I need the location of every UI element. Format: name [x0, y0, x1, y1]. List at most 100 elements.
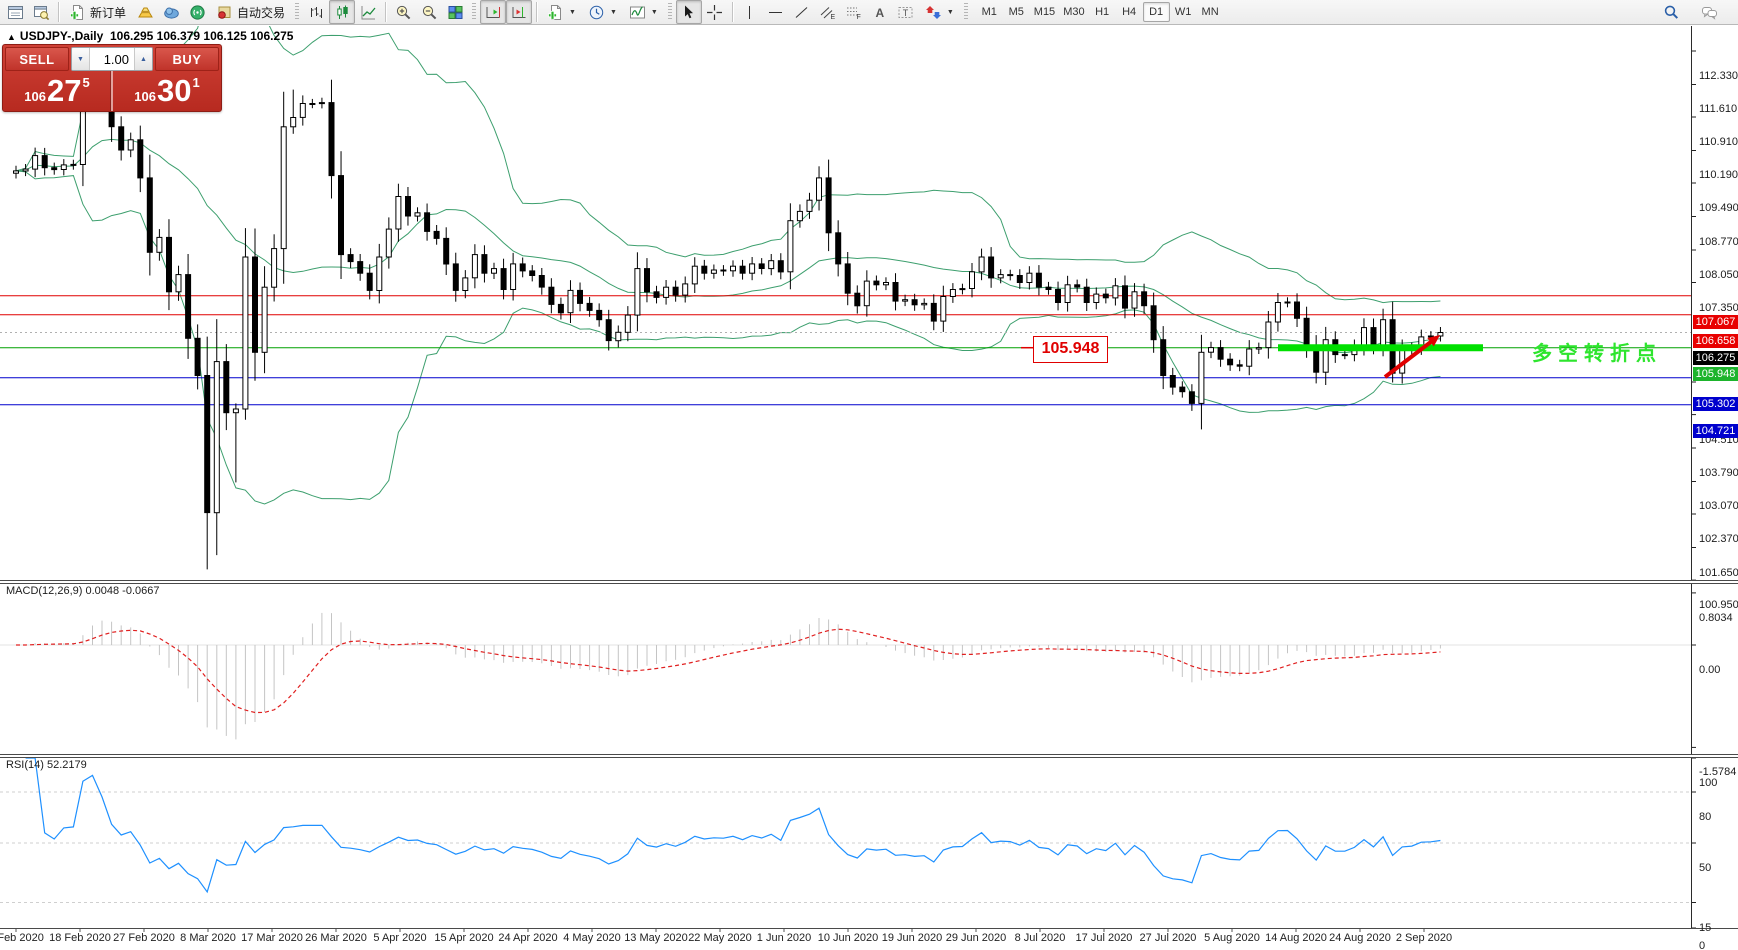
macd-pane-separator[interactable]	[0, 580, 1738, 584]
rsi-indicator-label: RSI(14) 52.2179	[6, 759, 87, 771]
channel-icon: E	[819, 4, 836, 21]
signals-button[interactable]	[184, 0, 210, 24]
indicators-button[interactable]: ▼	[623, 0, 664, 24]
mql5-community-button[interactable]	[158, 0, 184, 24]
timeframe-button-D1[interactable]: D1	[1143, 2, 1170, 22]
tile-windows-icon	[447, 4, 464, 21]
date-label: 24 Aug 2020	[1323, 932, 1397, 944]
dropdown-caret-icon: ▼	[947, 9, 954, 16]
symbol-search-button[interactable]	[1658, 0, 1684, 24]
chat-button[interactable]	[1696, 0, 1722, 24]
toolbar-grip	[668, 3, 672, 21]
price-tag-104.721: 104.721	[1693, 424, 1738, 438]
cursor-button[interactable]	[676, 0, 702, 24]
one-click-trading-panel: SELL ▼ 1.00 ▲ BUY 106 27 5 106 30	[2, 44, 222, 112]
signal-icon	[189, 4, 206, 21]
dropdown-caret-icon: ▼	[651, 9, 658, 16]
timeframe-button-M15[interactable]: M15	[1030, 2, 1059, 22]
timeframe-button-M1[interactable]: M1	[976, 2, 1003, 22]
date-label: 26 Mar 2020	[299, 932, 373, 944]
sell-price[interactable]: 106 27 5	[3, 71, 111, 111]
horizontal-line-button[interactable]	[763, 0, 789, 24]
chart-shift-button[interactable]	[506, 0, 532, 24]
date-label: 14 Aug 2020	[1259, 932, 1333, 944]
price-tick-label: 104.510	[1699, 434, 1738, 446]
vertical-line-button[interactable]	[737, 0, 763, 24]
crosshair-button[interactable]	[702, 0, 728, 24]
price-tick-label: 108.050	[1699, 269, 1738, 281]
svg-text:F: F	[857, 14, 861, 21]
volume-decrease-button[interactable]: ▼	[72, 48, 90, 70]
chat-bubbles-icon	[1701, 4, 1718, 21]
timeframe-button-H4[interactable]: H4	[1116, 2, 1143, 22]
autotrading-icon	[216, 4, 233, 21]
new-chart-button[interactable]	[2, 0, 28, 24]
timeframe-button-W1[interactable]: W1	[1170, 2, 1197, 22]
auto-scroll-button[interactable]	[480, 0, 506, 24]
text-label-button[interactable]: T	[893, 0, 919, 24]
rsi-axis-label: 50	[1699, 862, 1711, 874]
timeframe-button-H1[interactable]: H1	[1089, 2, 1116, 22]
mt4-window: 新订单 自动交易	[0, 0, 1738, 950]
crosshair-icon	[706, 4, 723, 21]
volume-stepper: ▼ 1.00 ▲	[71, 47, 153, 71]
trendline-button[interactable]	[789, 0, 815, 24]
rsi-pane-separator[interactable]	[0, 754, 1738, 758]
text-button[interactable]: A	[867, 0, 893, 24]
vertical-line-icon	[741, 4, 758, 21]
buy-button[interactable]: BUY	[155, 47, 219, 71]
sell-price-sup: 5	[82, 75, 89, 90]
date-label: 15 Apr 2020	[427, 932, 501, 944]
timeframe-button-M30[interactable]: M30	[1059, 2, 1088, 22]
price-tick-label: 105.210	[1699, 401, 1738, 413]
chart-shift-icon	[511, 4, 528, 21]
periods-button[interactable]: ▼	[582, 0, 623, 24]
trend-annotation-text[interactable]: 多空转折点	[1532, 337, 1662, 366]
sell-price-prefix: 106	[24, 89, 46, 104]
tile-windows-button[interactable]	[442, 0, 468, 24]
price-tick-label: 101.650	[1699, 567, 1738, 579]
price-note-box[interactable]: 105.948	[1033, 336, 1108, 363]
timeframe-toolbar: M1M5M15M30H1H4D1W1MN	[976, 2, 1224, 22]
arrows-button[interactable]: ▼	[919, 0, 960, 24]
time-axis-separator	[0, 928, 1738, 929]
rsi-axis-label: 80	[1699, 811, 1711, 823]
price-tick-label: 112.330	[1699, 70, 1738, 82]
chart-region: 112.330111.610110.910110.190109.490108.7…	[0, 26, 1738, 950]
new-order-button[interactable]: 新订单	[63, 0, 132, 24]
volume-input[interactable]: 1.00	[90, 48, 134, 70]
zoom-out-button[interactable]	[416, 0, 442, 24]
date-label: 5 Apr 2020	[363, 932, 437, 944]
timeframe-button-MN[interactable]: MN	[1197, 2, 1224, 22]
profiles-icon	[33, 4, 50, 21]
profiles-button[interactable]	[28, 0, 54, 24]
toolbar-separator	[536, 2, 537, 22]
volume-increase-button[interactable]: ▲	[134, 48, 152, 70]
horizontal-line-icon	[767, 4, 784, 21]
gold-ingot-button[interactable]	[132, 0, 158, 24]
price-tick-label: 107.350	[1699, 302, 1738, 314]
buy-price-sup: 1	[192, 75, 199, 90]
svg-text:A: A	[876, 6, 885, 20]
chart-canvas[interactable]	[0, 0, 1738, 950]
bar-chart-button[interactable]	[303, 0, 329, 24]
collapse-panel-arrow-icon[interactable]: ▲	[7, 32, 16, 42]
fibonacci-button[interactable]: F	[841, 0, 867, 24]
buy-price[interactable]: 106 30 1	[113, 71, 221, 111]
sell-button[interactable]: SELL	[5, 47, 69, 71]
price-tick-label: 109.490	[1699, 202, 1738, 214]
date-label: 22 May 2020	[683, 932, 757, 944]
arrows-icon	[925, 4, 942, 21]
labels-overlay: 112.330111.610110.910110.190109.490108.7…	[0, 0, 1738, 950]
line-chart-button[interactable]	[355, 0, 381, 24]
date-label: 17 Jul 2020	[1067, 932, 1141, 944]
candlestick-chart-button[interactable]	[329, 0, 355, 24]
price-tag-106.658: 106.658	[1693, 334, 1738, 348]
timeframe-button-M5[interactable]: M5	[1003, 2, 1030, 22]
autotrading-button[interactable]: 自动交易	[210, 0, 291, 24]
equidistant-channel-button[interactable]: E	[815, 0, 841, 24]
zoom-in-button[interactable]	[390, 0, 416, 24]
new-template-button[interactable]: ▼	[541, 0, 582, 24]
bar-chart-icon	[308, 4, 325, 21]
gold-ingot-icon	[137, 4, 154, 21]
